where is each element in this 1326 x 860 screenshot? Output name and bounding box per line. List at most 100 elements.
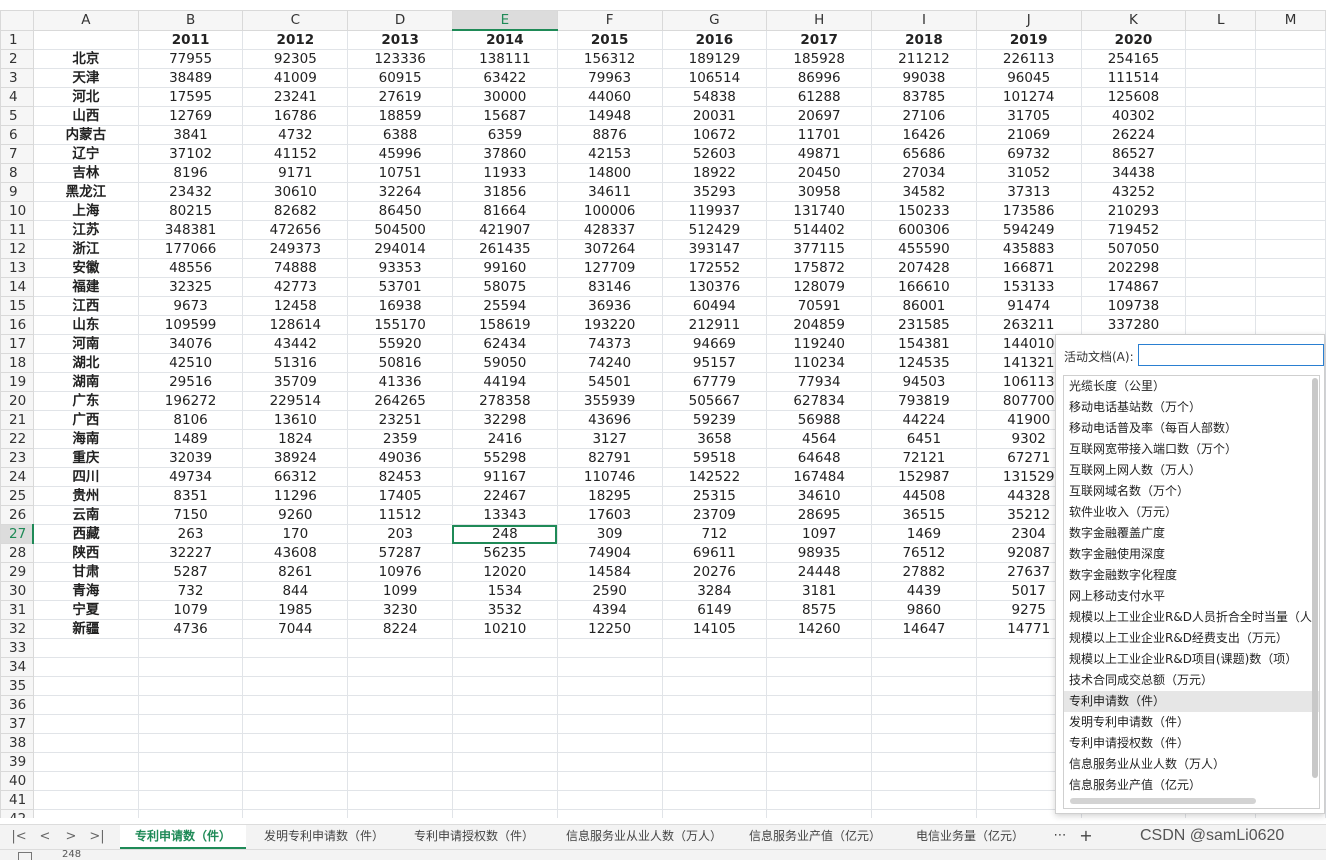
cell[interactable]: 65686 [871, 144, 977, 164]
row-header[interactable]: 37 [0, 714, 34, 734]
cell[interactable]: 2359 [347, 429, 453, 449]
cell[interactable] [451, 733, 558, 753]
cell[interactable]: 38924 [242, 448, 349, 468]
cell[interactable]: 42153 [556, 144, 663, 164]
cell[interactable]: 154381 [871, 334, 977, 354]
cell[interactable]: 5287 [137, 562, 244, 582]
row-header[interactable]: 17 [0, 334, 34, 354]
cell[interactable]: 2016 [661, 29, 768, 50]
cell[interactable] [766, 771, 873, 791]
cell[interactable]: 507050 [1080, 239, 1187, 259]
cell[interactable]: 1079 [137, 600, 244, 620]
row-header[interactable]: 29 [0, 562, 34, 582]
cell[interactable]: 58075 [451, 277, 558, 297]
cell[interactable] [1185, 277, 1257, 297]
row-header[interactable]: 32 [0, 619, 34, 639]
cell[interactable]: 45996 [347, 144, 453, 164]
cell[interactable]: 54838 [661, 87, 768, 107]
row-header[interactable]: 7 [0, 144, 34, 164]
cell[interactable] [242, 714, 349, 734]
cell[interactable] [1185, 68, 1257, 88]
cell[interactable]: 167484 [766, 467, 873, 487]
cell[interactable] [661, 790, 768, 810]
cell[interactable]: 10751 [347, 163, 453, 183]
cell[interactable] [32, 714, 139, 734]
vertical-scrollbar[interactable] [1312, 378, 1318, 778]
cell[interactable]: 3181 [766, 581, 873, 601]
cell[interactable] [451, 638, 558, 658]
column-header-j[interactable]: J [975, 10, 1082, 31]
cell[interactable]: 254165 [1080, 49, 1187, 69]
cell[interactable] [32, 638, 139, 658]
cell[interactable] [1255, 182, 1326, 202]
cell[interactable]: 44508 [871, 486, 977, 506]
cell[interactable]: 14260 [766, 619, 873, 639]
cell[interactable]: 59050 [451, 353, 558, 373]
document-list-item[interactable]: 信息服务业从业人数（万人） [1064, 754, 1319, 775]
cell[interactable]: 43696 [556, 410, 663, 430]
cell[interactable]: 600306 [871, 220, 977, 240]
cell[interactable] [871, 676, 977, 696]
cell[interactable] [871, 771, 977, 791]
cell[interactable] [661, 809, 768, 818]
cell[interactable]: 2017 [766, 29, 873, 50]
cell[interactable]: 94669 [661, 334, 768, 354]
cell[interactable] [556, 695, 663, 715]
cell[interactable]: 27106 [871, 106, 977, 126]
cell[interactable]: 陕西 [32, 543, 139, 563]
cell[interactable] [451, 657, 558, 677]
cell[interactable]: 119937 [661, 201, 768, 221]
cell[interactable] [451, 771, 558, 791]
row-header[interactable]: 9 [0, 182, 34, 202]
cell[interactable]: 91474 [975, 296, 1082, 316]
cell[interactable]: 2416 [451, 429, 558, 449]
cell[interactable]: 99038 [871, 68, 977, 88]
cell[interactable] [347, 676, 453, 696]
cell[interactable] [242, 790, 349, 810]
cell[interactable]: 61288 [766, 87, 873, 107]
document-list-item[interactable]: 数字金融使用深度 [1064, 544, 1319, 565]
cell[interactable]: 98935 [766, 543, 873, 563]
cell[interactable]: 138111 [451, 49, 558, 69]
horizontal-scrollbar[interactable] [1070, 798, 1256, 804]
cell[interactable]: 128079 [766, 277, 873, 297]
cell[interactable]: 158619 [451, 315, 558, 335]
cell[interactable] [242, 638, 349, 658]
document-list-item[interactable]: 专利申请授权数（件） [1064, 733, 1319, 754]
cell[interactable]: 18859 [347, 106, 453, 126]
column-header-b[interactable]: B [137, 10, 244, 31]
row-header[interactable]: 1 [0, 29, 34, 50]
sheet-tab[interactable]: 信息服务业产值（亿元） [740, 825, 890, 849]
cell[interactable]: 74888 [242, 258, 349, 278]
cell[interactable] [32, 695, 139, 715]
cell[interactable] [347, 695, 453, 715]
cell[interactable]: 505667 [661, 391, 768, 411]
active-cell[interactable]: 248 [451, 524, 558, 544]
cell[interactable]: 77955 [137, 49, 244, 69]
cell[interactable]: 472656 [242, 220, 349, 240]
cell[interactable]: 712 [661, 524, 768, 544]
row-header[interactable]: 2 [0, 49, 34, 69]
cell[interactable] [347, 771, 453, 791]
cell[interactable] [556, 657, 663, 677]
cell[interactable]: 17603 [556, 505, 663, 525]
cell[interactable]: 22467 [451, 486, 558, 506]
cell[interactable] [32, 676, 139, 696]
cell[interactable] [1255, 296, 1326, 316]
cell[interactable]: 57287 [347, 543, 453, 563]
cell[interactable]: 9171 [242, 163, 349, 183]
cell[interactable] [347, 790, 453, 810]
document-list-item[interactable]: 发明专利申请数（件） [1064, 712, 1319, 733]
cell[interactable]: 1534 [451, 581, 558, 601]
document-list-item[interactable]: 信息服务业产值（亿元） [1064, 775, 1319, 796]
cell[interactable]: 83785 [871, 87, 977, 107]
cell[interactable] [1185, 106, 1257, 126]
column-header-c[interactable]: C [242, 10, 349, 31]
cell[interactable] [1255, 220, 1326, 240]
cell[interactable]: 101274 [975, 87, 1082, 107]
cell[interactable]: 青海 [32, 581, 139, 601]
cell[interactable]: 294014 [347, 239, 453, 259]
cell[interactable] [32, 733, 139, 753]
cell[interactable]: 211212 [871, 49, 977, 69]
cell[interactable]: 428337 [556, 220, 663, 240]
